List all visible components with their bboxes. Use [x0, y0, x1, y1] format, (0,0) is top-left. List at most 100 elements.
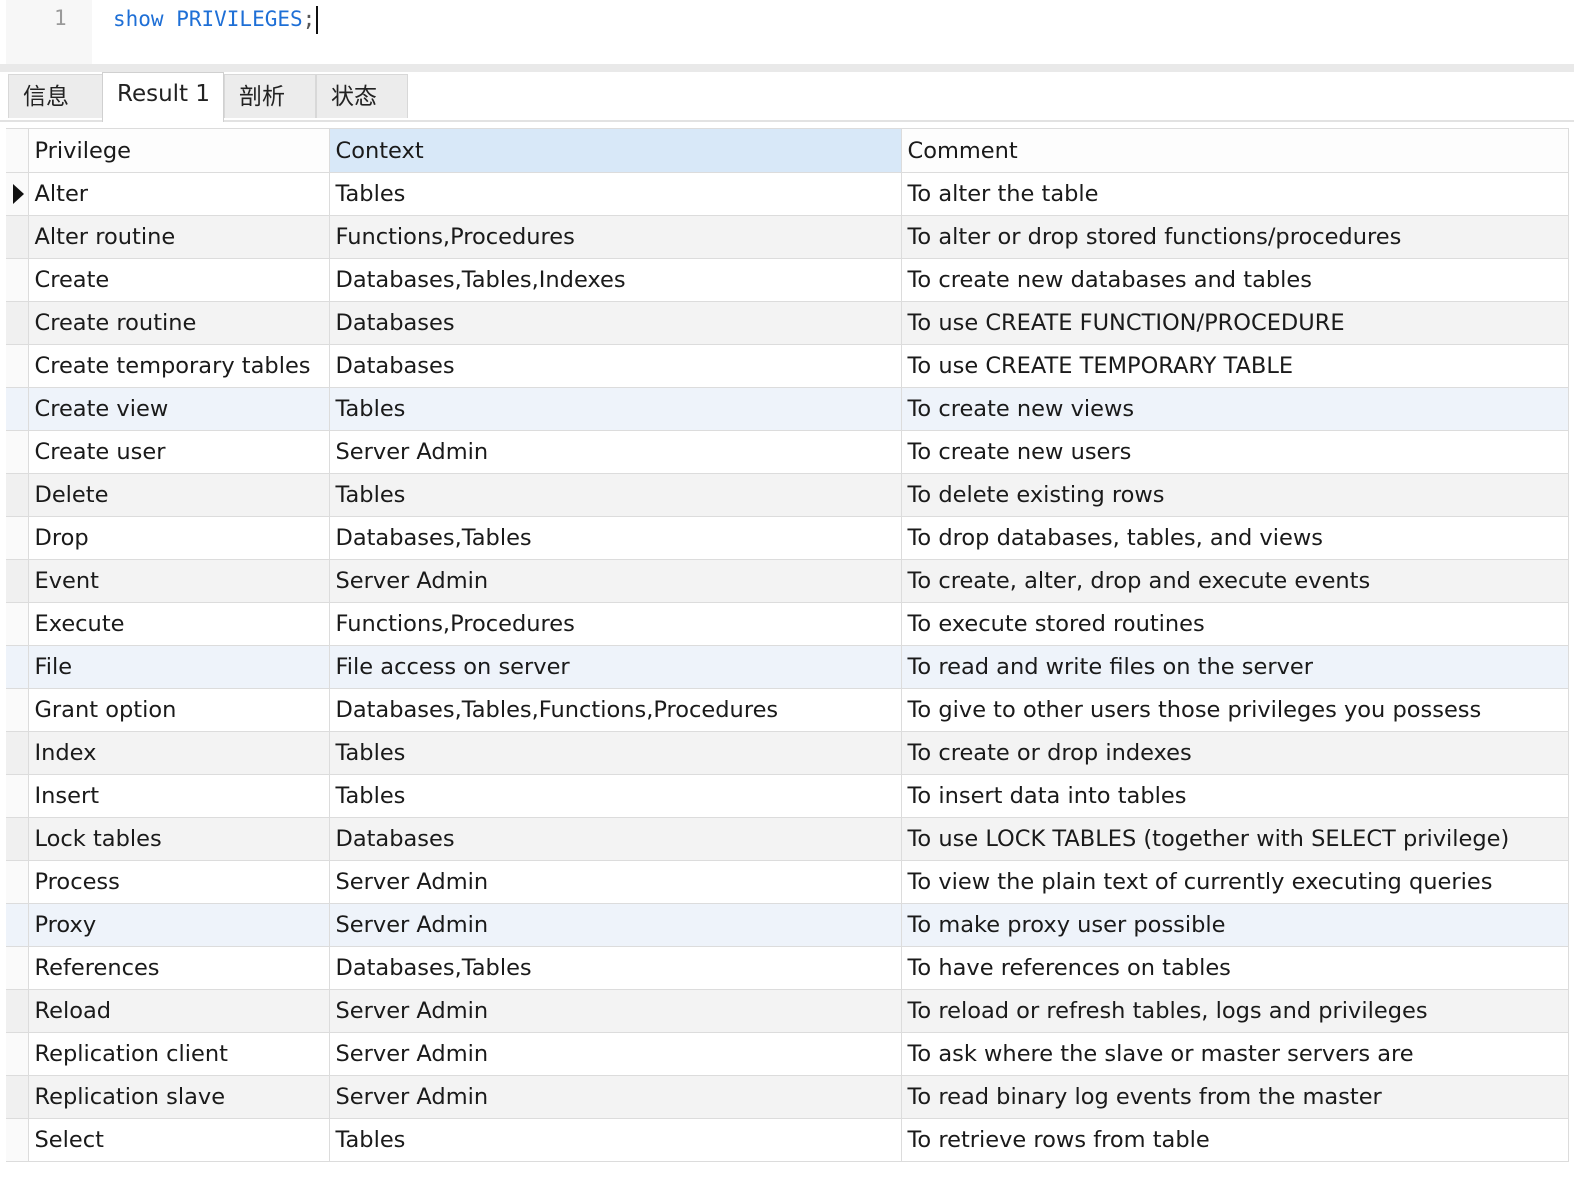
row-indicator[interactable] [6, 172, 29, 216]
cell-context[interactable]: Tables [329, 473, 902, 517]
cell-context[interactable]: Databases,Tables,Indexes [329, 258, 902, 302]
cell-context[interactable]: Functions,Procedures [329, 602, 902, 646]
cell-context[interactable]: Databases,Tables [329, 946, 902, 990]
table-row[interactable]: References Databases,Tables To have refere… [6, 946, 1569, 990]
cell-context[interactable]: Server Admin [329, 559, 902, 603]
cell-comment[interactable]: To alter or drop stored functions/proced… [901, 215, 1569, 259]
column-header-privilege[interactable]: Privilege [28, 128, 330, 173]
cell-comment[interactable]: To use CREATE FUNCTION/PROCEDURE [901, 301, 1569, 345]
table-row[interactable]: Index Tables To create or drop indexes [6, 731, 1569, 775]
cell-privilege[interactable]: Replication client [28, 1032, 330, 1076]
row-indicator[interactable] [6, 1075, 29, 1119]
cell-context[interactable]: Databases [329, 344, 902, 388]
cell-privilege[interactable]: Create user [28, 430, 330, 474]
editor-result-divider[interactable] [0, 64, 1574, 72]
table-row[interactable]: Alter routine Functions,Procedures To alte… [6, 215, 1569, 259]
table-row[interactable]: Insert Tables To insert data into tables [6, 774, 1569, 818]
tab-status[interactable]: 状态 [316, 74, 408, 118]
cell-comment[interactable]: To insert data into tables [901, 774, 1569, 818]
row-indicator[interactable] [6, 559, 29, 603]
row-indicator[interactable] [6, 1118, 29, 1162]
cell-privilege[interactable]: Create routine [28, 301, 330, 345]
cell-privilege[interactable]: Process [28, 860, 330, 904]
tab-profile[interactable]: 剖析 [224, 74, 316, 118]
row-indicator[interactable] [6, 215, 29, 259]
table-row[interactable]: Select Tables To retrieve rows from table [6, 1118, 1569, 1162]
cell-context[interactable]: Databases,Tables [329, 516, 902, 560]
sql-editor[interactable]: 1 show PRIVILEGES; [6, 0, 1574, 64]
table-row[interactable]: Execute Functions,Procedures To execute st… [6, 602, 1569, 646]
row-indicator[interactable] [6, 258, 29, 302]
cell-context[interactable]: Server Admin [329, 430, 902, 474]
tab-info[interactable]: 信息 [8, 74, 103, 118]
cell-context[interactable]: File access on server [329, 645, 902, 689]
cell-comment[interactable]: To use CREATE TEMPORARY TABLE [901, 344, 1569, 388]
row-indicator[interactable] [6, 903, 29, 947]
table-row[interactable]: Replication slave Server Admin To read bin… [6, 1075, 1569, 1119]
cell-privilege[interactable]: Execute [28, 602, 330, 646]
row-indicator[interactable] [6, 989, 29, 1033]
cell-comment[interactable]: To view the plain text of currently exec… [901, 860, 1569, 904]
cell-privilege[interactable]: Event [28, 559, 330, 603]
cell-privilege[interactable]: Insert [28, 774, 330, 818]
cell-comment[interactable]: To use LOCK TABLES (together with SELECT… [901, 817, 1569, 861]
table-row[interactable]: Lock tables Databases To use LOCK TABLES (… [6, 817, 1569, 861]
table-row[interactable]: Drop Databases,Tables To drop databases, t… [6, 516, 1569, 560]
cell-privilege[interactable]: Alter routine [28, 215, 330, 259]
cell-privilege[interactable]: Drop [28, 516, 330, 560]
row-indicator[interactable] [6, 301, 29, 345]
cell-privilege[interactable]: Alter [28, 172, 330, 216]
row-indicator[interactable] [6, 817, 29, 861]
row-indicator[interactable] [6, 860, 29, 904]
column-header-context[interactable]: Context [329, 128, 902, 173]
cell-privilege[interactable]: Create view [28, 387, 330, 431]
row-indicator[interactable] [6, 688, 29, 732]
cell-comment[interactable]: To drop databases, tables, and views [901, 516, 1569, 560]
row-indicator[interactable] [6, 344, 29, 388]
table-row[interactable]: Create routine Databases To use CREATE FUN… [6, 301, 1569, 345]
cell-privilege[interactable]: Index [28, 731, 330, 775]
tab-result-1[interactable]: Result 1 [102, 72, 224, 122]
table-row[interactable]: File File access on server To read and wri… [6, 645, 1569, 689]
code-line[interactable]: show PRIVILEGES; [113, 6, 319, 34]
result-grid[interactable]: Privilege Context Comment Alter Tables To … [6, 128, 1574, 1162]
cell-context[interactable]: Databases,Tables,Functions,Procedures [329, 688, 902, 732]
cell-context[interactable]: Server Admin [329, 903, 902, 947]
table-row[interactable]: Process Server Admin To view the plain tex… [6, 860, 1569, 904]
cell-comment[interactable]: To give to other users those privileges … [901, 688, 1569, 732]
cell-privilege[interactable]: Create [28, 258, 330, 302]
cell-context[interactable]: Tables [329, 1118, 902, 1162]
cell-context[interactable]: Tables [329, 387, 902, 431]
cell-comment[interactable]: To alter the table [901, 172, 1569, 216]
cell-comment[interactable]: To create, alter, drop and execute event… [901, 559, 1569, 603]
cell-comment[interactable]: To ask where the slave or master servers… [901, 1032, 1569, 1076]
table-row[interactable]: Grant option Databases,Tables,Functions,P… [6, 688, 1569, 732]
row-indicator[interactable] [6, 645, 29, 689]
cell-privilege[interactable]: Replication slave [28, 1075, 330, 1119]
cell-privilege[interactable]: Grant option [28, 688, 330, 732]
cell-context[interactable]: Server Admin [329, 1075, 902, 1119]
cell-comment[interactable]: To read and write files on the server [901, 645, 1569, 689]
cell-comment[interactable]: To create new databases and tables [901, 258, 1569, 302]
cell-comment[interactable]: To execute stored routines [901, 602, 1569, 646]
row-indicator[interactable] [6, 731, 29, 775]
row-indicator[interactable] [6, 387, 29, 431]
row-indicator[interactable] [6, 473, 29, 517]
table-row[interactable]: Replication client Server Admin To ask whe… [6, 1032, 1569, 1076]
row-indicator[interactable] [6, 946, 29, 990]
cell-comment[interactable]: To create new users [901, 430, 1569, 474]
cell-context[interactable]: Server Admin [329, 989, 902, 1033]
cell-privilege[interactable]: File [28, 645, 330, 689]
cell-privilege[interactable]: Lock tables [28, 817, 330, 861]
table-row[interactable]: Create temporary tables Databases To use C… [6, 344, 1569, 388]
table-row[interactable]: Reload Server Admin To reload or refresh t… [6, 989, 1569, 1033]
cell-context[interactable]: Tables [329, 774, 902, 818]
cell-comment[interactable]: To create new views [901, 387, 1569, 431]
cell-comment[interactable]: To reload or refresh tables, logs and pr… [901, 989, 1569, 1033]
cell-context[interactable]: Tables [329, 172, 902, 216]
row-indicator[interactable] [6, 774, 29, 818]
cell-privilege[interactable]: Delete [28, 473, 330, 517]
cell-context[interactable]: Functions,Procedures [329, 215, 902, 259]
cell-comment[interactable]: To read binary log events from the maste… [901, 1075, 1569, 1119]
cell-context[interactable]: Server Admin [329, 860, 902, 904]
